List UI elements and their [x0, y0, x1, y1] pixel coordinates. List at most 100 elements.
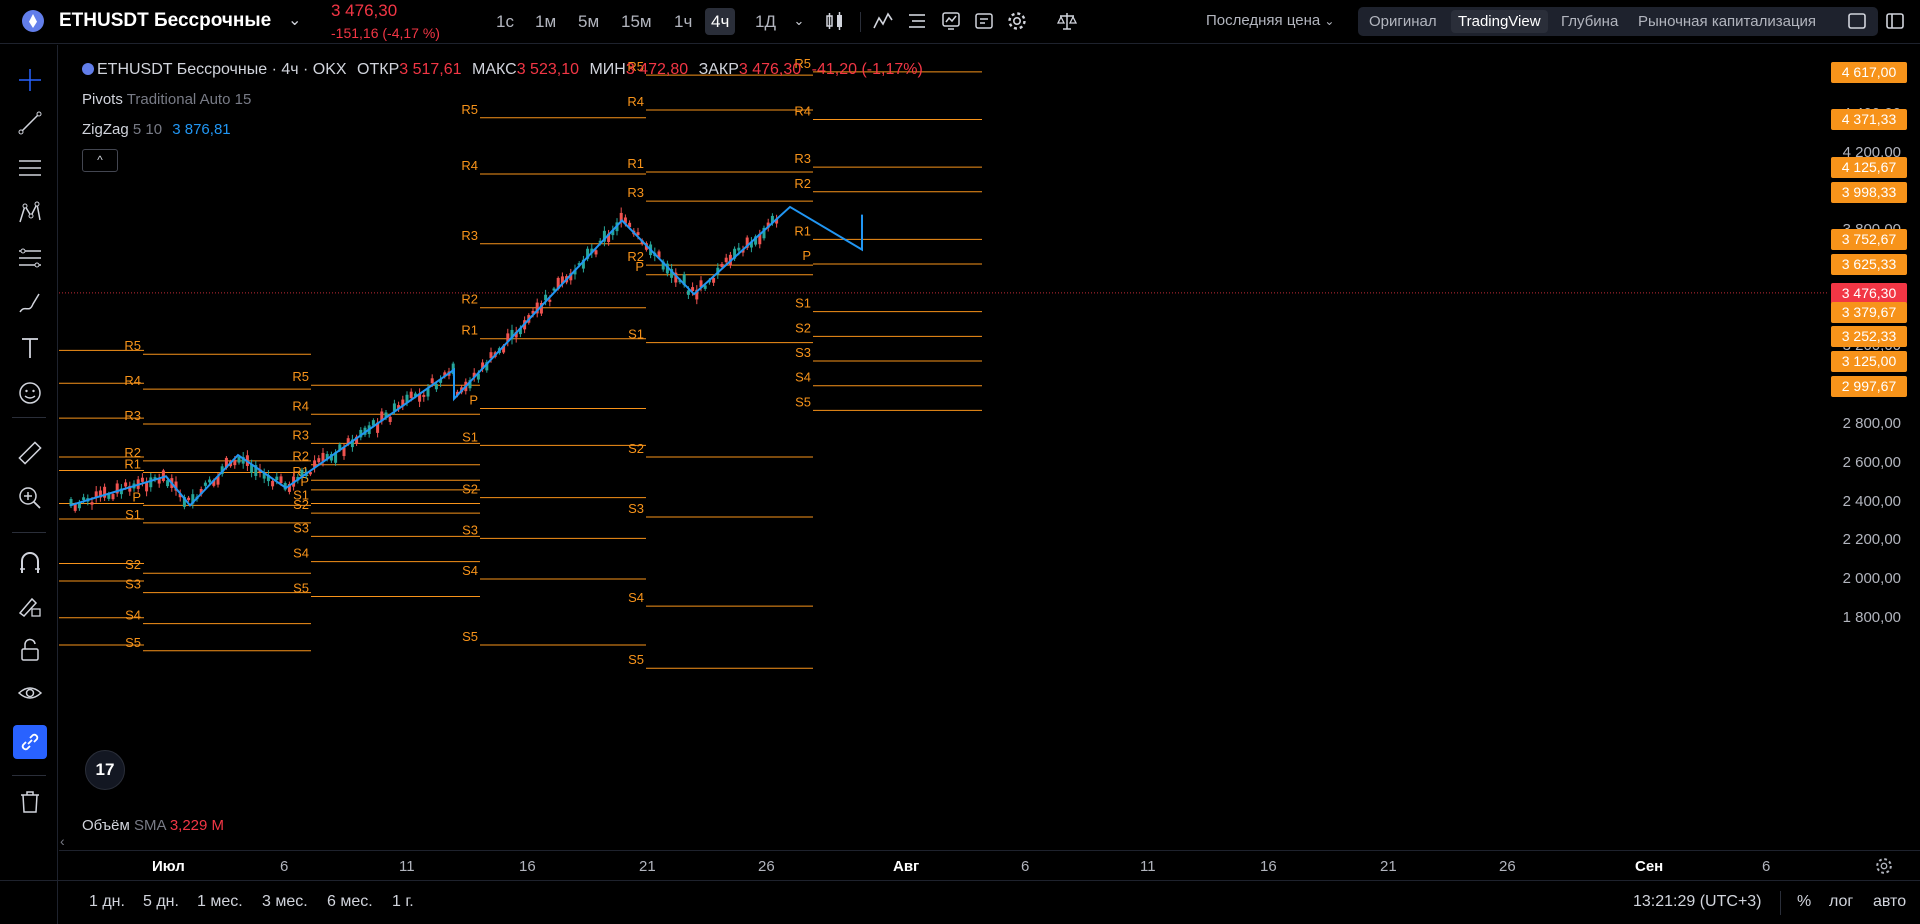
pivot-label: R5	[292, 369, 309, 384]
candles-icon[interactable]	[824, 10, 846, 32]
pivot-price-tag: 4 617,00	[1831, 61, 1907, 83]
range-1y[interactable]: 1 г.	[392, 893, 414, 911]
range-3m[interactable]: 3 мес.	[262, 893, 308, 911]
tradingview-logo[interactable]: 17	[85, 750, 125, 790]
clock[interactable]: 13:21:29 (UTC+3)	[1633, 893, 1762, 911]
range-1m[interactable]: 1 мес.	[197, 893, 243, 911]
zigzag-params: 5 10	[132, 121, 163, 138]
time-axis-label: Июл	[152, 858, 185, 875]
pivot-label: R4	[794, 103, 811, 118]
chart-type-original[interactable]: Оригинал	[1362, 10, 1444, 33]
alert-icon[interactable]	[973, 10, 995, 32]
candle-body	[594, 250, 598, 255]
range-1d[interactable]: 1 дн.	[89, 893, 125, 911]
ruler-icon[interactable]	[17, 440, 43, 466]
toolbar-divider	[1780, 891, 1781, 915]
candle-body	[124, 482, 128, 487]
pivot-label: R4	[292, 398, 309, 413]
candle-body	[737, 247, 741, 251]
candle-body	[388, 416, 392, 422]
replay-icon[interactable]	[940, 10, 962, 32]
timeframe-4h[interactable]: 4ч	[705, 8, 736, 35]
pivot-price-tag: 3 125,00	[1831, 351, 1907, 372]
link-icon[interactable]	[13, 725, 47, 759]
price-type-select[interactable]: Последняя цена ⌄	[1206, 12, 1334, 29]
horizontal-lines-icon[interactable]	[17, 155, 43, 181]
timeframe-5m[interactable]: 5м	[572, 8, 605, 35]
timeframe-1h[interactable]: 1ч	[668, 8, 698, 35]
candle-body	[203, 482, 207, 486]
legend-open: 3 517,61	[399, 61, 462, 78]
pivot-label: S1	[628, 327, 644, 342]
unlock-icon[interactable]	[17, 637, 43, 663]
timeframe-1s[interactable]: 1с	[490, 8, 520, 35]
timeframe-more-chevron-icon[interactable]: ⌄	[788, 10, 810, 32]
chart-pane[interactable]: R5 R4 R3 R2 R1 P S1 S2 S3 S4 S5 R5 R4 R3 R2 R1 P S1 S2 S3 S4…	[59, 45, 1827, 805]
volume-legend[interactable]: Объём SMA 3,229 M	[82, 817, 224, 834]
lock-drawing-icon[interactable]	[17, 593, 43, 619]
symbol-chevron-down-icon[interactable]: ⌄	[288, 10, 301, 30]
emoji-icon[interactable]	[17, 380, 43, 406]
candle-body	[237, 456, 241, 463]
axis-settings-gear-icon[interactable]	[1874, 856, 1894, 876]
price-chart[interactable]: R5 R4 R3 R2 R1 P S1 S2 S3 S4 S5 R5 R4 R3 R2 R1 P S1 S2 S3 S4…	[59, 45, 1827, 805]
zigzag-legend[interactable]: ZigZag 5 10 3 876,81	[82, 121, 231, 138]
pivot-label: R3	[461, 228, 478, 243]
candle-body	[434, 383, 438, 390]
time-axis[interactable]: Июл 6 11 16 21 26 Авг 6 11 16 21 26 Сен 6	[59, 850, 1920, 880]
pivots-legend[interactable]: Pivots Traditional Auto 15	[82, 91, 251, 108]
chart-type-switch: Оригинал TradingView Глубина Рыночная ка…	[1358, 7, 1878, 36]
toolbar-divider	[860, 12, 861, 32]
text-icon[interactable]	[17, 335, 43, 361]
percent-toggle[interactable]: %	[1797, 893, 1811, 911]
timeframe-15m[interactable]: 15м	[615, 8, 658, 35]
pivot-label: R5	[124, 338, 141, 353]
zigzag-name: ZigZag	[82, 121, 129, 138]
time-axis-label: 26	[1499, 858, 1516, 875]
crosshair-icon[interactable]	[17, 67, 43, 93]
layout-icon[interactable]	[1884, 10, 1906, 32]
symbol-name[interactable]: ETHUSDT Бессрочные	[59, 10, 271, 32]
candle-body	[409, 391, 413, 399]
pivot-price-tag: 3 752,67	[1831, 229, 1907, 251]
eye-icon[interactable]	[17, 681, 43, 707]
time-axis-label: 26	[758, 858, 775, 875]
gear-icon[interactable]	[1006, 10, 1028, 32]
pivot-label: S2	[462, 482, 478, 497]
timeframe-1d[interactable]: 1Д	[749, 8, 782, 35]
chart-type-market-cap[interactable]: Рыночная капитализация	[1631, 10, 1823, 33]
trend-line-icon[interactable]	[17, 110, 43, 136]
log-toggle[interactable]: лог	[1829, 893, 1853, 911]
zoom-in-icon[interactable]	[17, 485, 43, 511]
price-axis-label: 1 800,00	[1842, 608, 1901, 626]
bottom-bar: 1 дн. 5 дн. 1 мес. 3 мес. 6 мес. 1 г. 13…	[0, 880, 1920, 924]
magnet-icon[interactable]	[17, 550, 43, 576]
last-price: 3 476,30	[331, 1, 398, 20]
range-6m[interactable]: 6 мес.	[327, 893, 373, 911]
range-5d[interactable]: 5 дн.	[143, 893, 179, 911]
pivot-label: P	[635, 259, 644, 274]
candle-body	[82, 497, 86, 500]
price-axis-label: 2 600,00	[1842, 453, 1901, 471]
brush-icon[interactable]	[17, 290, 43, 316]
fib-icon[interactable]	[17, 245, 43, 271]
price-axis-label: 2 800,00	[1842, 415, 1901, 432]
candle-body	[271, 481, 275, 487]
candle-body	[187, 497, 191, 501]
ethereum-logo-icon	[22, 10, 44, 32]
time-axis-label: 11	[399, 858, 415, 875]
time-axis-label: Сен	[1635, 858, 1664, 875]
chart-type-tradingview[interactable]: TradingView	[1451, 10, 1548, 33]
list-icon[interactable]	[906, 10, 928, 32]
fullscreen-icon[interactable]	[1846, 10, 1868, 32]
pattern-icon[interactable]	[17, 200, 43, 226]
auto-toggle[interactable]: авто	[1873, 893, 1906, 911]
timeframe-1m[interactable]: 1м	[529, 8, 562, 35]
trash-icon[interactable]	[17, 789, 43, 815]
collapse-toolbar-chevron-icon[interactable]: ‹	[60, 833, 65, 849]
indicators-icon[interactable]	[872, 10, 894, 32]
chart-type-depth[interactable]: Глубина	[1554, 10, 1625, 33]
balance-scale-icon[interactable]	[1056, 10, 1078, 32]
collapse-legend-button[interactable]: ^	[82, 149, 118, 172]
pivot-label: S3	[293, 520, 309, 535]
